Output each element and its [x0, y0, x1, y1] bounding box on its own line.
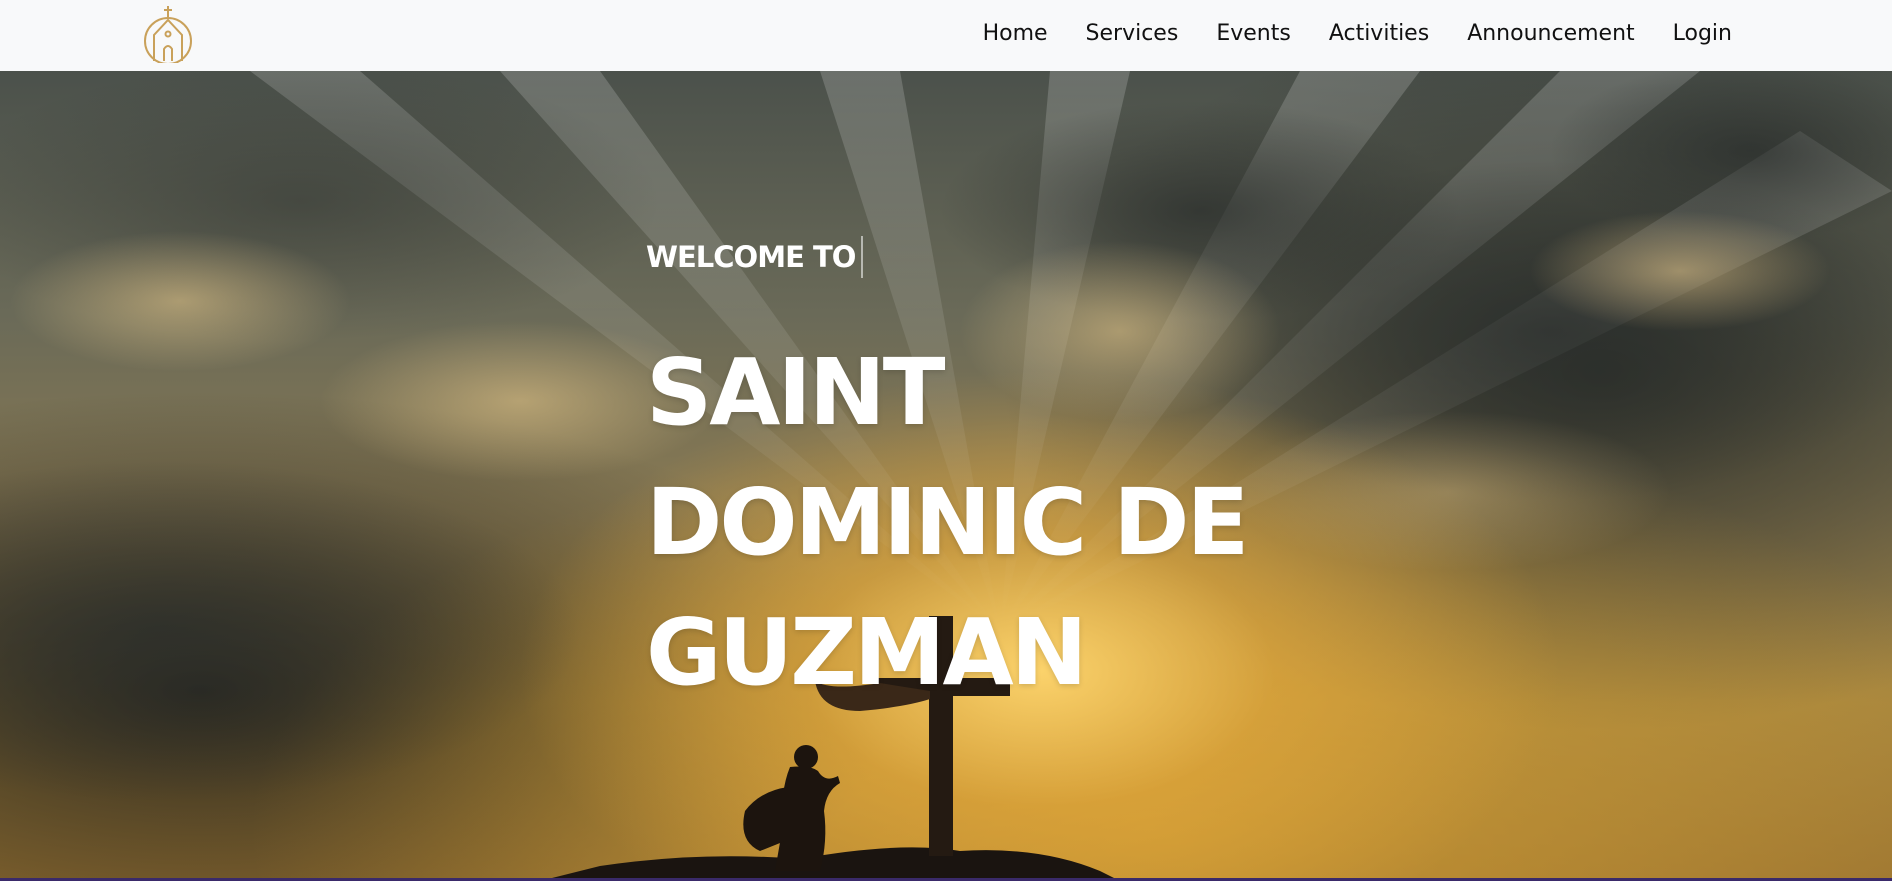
person-silhouette: [743, 745, 840, 871]
navbar: Home Services Events Activities Announce…: [0, 0, 1892, 71]
nav-menu: Home Services Events Activities Announce…: [983, 0, 1732, 66]
nav-services[interactable]: Services: [1086, 21, 1179, 46]
hero-title-line-1: SAINT: [646, 339, 945, 446]
nav-home[interactable]: Home: [983, 21, 1048, 46]
hero-title-line-3: GUZMAN: [646, 599, 1088, 706]
hero-section: WELCOME TO SAINT DOMINIC DE GUZMAN: [0, 71, 1892, 881]
church-logo-icon[interactable]: [143, 5, 193, 65]
nav-announcement[interactable]: Announcement: [1467, 21, 1634, 46]
hero-title-line-2: DOMINIC DE: [646, 469, 1249, 576]
nav-events[interactable]: Events: [1216, 21, 1291, 46]
hero-title: SAINT DOMINIC DE GUZMAN: [646, 328, 1249, 718]
hill-silhouette: [540, 847, 1120, 881]
welcome-label: WELCOME TO: [646, 236, 864, 278]
nav-activities[interactable]: Activities: [1329, 21, 1429, 46]
hero-text: WELCOME TO SAINT DOMINIC DE GUZMAN: [646, 236, 1249, 718]
nav-login[interactable]: Login: [1673, 21, 1732, 46]
